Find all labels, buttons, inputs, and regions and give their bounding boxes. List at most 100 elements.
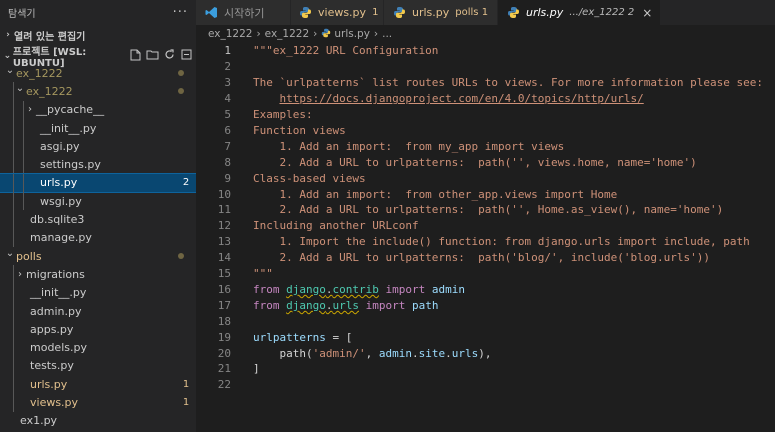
close-icon[interactable]: × bbox=[642, 6, 652, 20]
indent-guide bbox=[13, 228, 14, 247]
folder-item[interactable]: ⌄ ex_1222 bbox=[0, 64, 196, 82]
line-number: 10 bbox=[217, 187, 231, 201]
line-number: 9 bbox=[224, 171, 231, 185]
file-item[interactable]: wsgi.py bbox=[0, 192, 196, 211]
code-text: urlpatterns = [ bbox=[253, 330, 353, 344]
tree-item-label: tests.py bbox=[30, 359, 74, 373]
indent-guide bbox=[13, 100, 14, 119]
line-number: 7 bbox=[224, 139, 231, 153]
open-editors-label: 열려 있는 편집기 bbox=[14, 31, 86, 43]
collapse-all-icon[interactable] bbox=[180, 49, 192, 64]
folder-item[interactable]: ⌄ ex_1222 bbox=[0, 82, 196, 101]
editor-tab[interactable]: 시작하기 bbox=[196, 0, 291, 25]
chevron-right-icon: › bbox=[28, 104, 32, 116]
code-line: 18 bbox=[196, 313, 231, 329]
chevron-right-icon: › bbox=[18, 268, 22, 280]
code-line: 2 bbox=[196, 59, 231, 75]
line-number: 8 bbox=[224, 155, 231, 169]
file-item[interactable]: tests.py bbox=[0, 356, 196, 376]
tree-item-label: models.py bbox=[30, 341, 87, 355]
breadcrumb-item[interactable]: ex_1222 bbox=[265, 28, 309, 40]
file-item[interactable]: __init__.py bbox=[0, 283, 196, 302]
problem-count-badge: 2 bbox=[182, 177, 190, 189]
problem-count-badge: 1 bbox=[182, 396, 190, 408]
tree-item-label: admin.py bbox=[30, 304, 82, 318]
tree-item-label: __init__.py bbox=[30, 286, 87, 300]
tree-item-label: ex_1222 bbox=[16, 66, 63, 80]
new-folder-icon[interactable] bbox=[146, 49, 159, 64]
chevron-right-icon: › bbox=[256, 28, 261, 40]
file-item[interactable]: urls.py 1 bbox=[0, 375, 196, 394]
breadcrumb-item[interactable]: ex_1222 bbox=[208, 28, 252, 40]
chevron-right-icon: › bbox=[373, 28, 379, 40]
code-line: 17 from django.urls import path bbox=[196, 297, 439, 313]
indent-guide bbox=[13, 301, 14, 321]
tree-item-label: urls.py bbox=[40, 176, 78, 190]
line-number: 13 bbox=[217, 235, 231, 249]
indent-guide bbox=[23, 155, 24, 174]
code-line: 12 Including another URLconf bbox=[196, 218, 419, 234]
file-item[interactable]: ex1.py bbox=[0, 412, 196, 430]
file-tree: ⌄ ex_1222 ⌄ ex_1222 › __pycache__ __init__.py a… bbox=[0, 64, 197, 430]
tree-item-label: apps.py bbox=[30, 322, 74, 336]
file-item[interactable]: db.sqlite3 bbox=[0, 210, 196, 229]
file-item[interactable]: apps.py bbox=[0, 320, 196, 339]
tree-item-label: manage.py bbox=[30, 231, 92, 245]
indent-guide bbox=[23, 173, 24, 193]
file-item[interactable]: urls.py 2 bbox=[0, 172, 197, 194]
folder-item[interactable]: ⌄ polls bbox=[0, 247, 196, 265]
line-number: 11 bbox=[217, 203, 231, 217]
file-item[interactable]: admin.py bbox=[0, 301, 196, 321]
code-line: 1 """ex_1222 URL Configuration bbox=[196, 43, 438, 59]
editor-tab[interactable]: urls.py .../ex_1222 2 × bbox=[498, 0, 662, 25]
file-item[interactable]: __init__.py bbox=[0, 118, 196, 138]
tree-item-label: __init__.py bbox=[40, 121, 97, 135]
line-number: 1 bbox=[224, 44, 231, 58]
modified-dot bbox=[178, 88, 184, 95]
indent-guide bbox=[13, 118, 14, 138]
code-text: https://docs.djangoproject.com/en/4.0/to… bbox=[279, 92, 644, 106]
python-icon bbox=[506, 6, 520, 20]
file-item[interactable]: models.py bbox=[0, 338, 196, 357]
code-text: path('admin/', admin.site.urls), bbox=[279, 346, 492, 360]
editor-tab[interactable]: views.py 1 bbox=[291, 0, 384, 25]
more-actions-icon[interactable]: ··· bbox=[173, 5, 188, 20]
file-item[interactable]: manage.py bbox=[0, 228, 196, 247]
code-text: from django.urls import path bbox=[253, 298, 439, 312]
indent-guide bbox=[23, 100, 24, 119]
file-item[interactable]: settings.py bbox=[0, 155, 196, 174]
refresh-icon[interactable] bbox=[163, 48, 175, 64]
code-editor[interactable]: 1 """ex_1222 URL Configuration 2 3 The `urlp… bbox=[196, 43, 775, 432]
chevron-down-icon: ⌄ bbox=[5, 64, 15, 76]
code-line: 7 1. Add an import: from my_app import v… bbox=[196, 138, 564, 154]
tab-label: 시작하기 bbox=[224, 6, 265, 20]
code-text: 1. Add an import: from my_app import vie… bbox=[253, 139, 565, 153]
line-number: 3 bbox=[224, 76, 231, 90]
indent-guide bbox=[13, 155, 14, 174]
line-number: 20 bbox=[217, 346, 231, 360]
breadcrumb-item[interactable]: ... bbox=[382, 28, 392, 40]
code-text: The `urlpatterns` list routes URLs to vi… bbox=[253, 76, 763, 90]
code-text: 1. Import the include() function: from d… bbox=[253, 235, 750, 249]
file-item[interactable]: views.py 1 bbox=[0, 393, 196, 412]
tree-item-label: wsgi.py bbox=[40, 194, 82, 208]
code-text: 1. Add an import: from other_app.views i… bbox=[253, 187, 618, 201]
folder-item[interactable]: › migrations bbox=[0, 265, 196, 284]
code-text: Function views bbox=[253, 123, 346, 137]
indent-guide bbox=[13, 338, 14, 357]
line-number: 17 bbox=[217, 298, 231, 312]
tree-item-label: views.py bbox=[30, 395, 79, 409]
breadcrumb-item[interactable]: urls.py bbox=[334, 28, 370, 40]
tab-label: urls.py bbox=[412, 6, 450, 19]
code-text: 2. Add a URL to urlpatterns: path('blog/… bbox=[253, 251, 710, 265]
code-line: 15 """ bbox=[196, 266, 273, 282]
code-line: 13 1. Import the include() function: fro… bbox=[196, 234, 750, 250]
folder-item[interactable]: › __pycache__ bbox=[0, 100, 196, 119]
indent-guide bbox=[13, 283, 14, 302]
project-section[interactable]: ⌄ 프로젝트 [WSL: UBUNTU] bbox=[0, 46, 196, 69]
file-item[interactable]: asgi.py bbox=[0, 137, 196, 156]
tree-item-label: asgi.py bbox=[40, 139, 80, 153]
editor-tab[interactable]: urls.py polls 1 bbox=[384, 0, 498, 25]
new-file-icon[interactable] bbox=[129, 49, 141, 64]
tab-label: views.py bbox=[318, 6, 367, 19]
